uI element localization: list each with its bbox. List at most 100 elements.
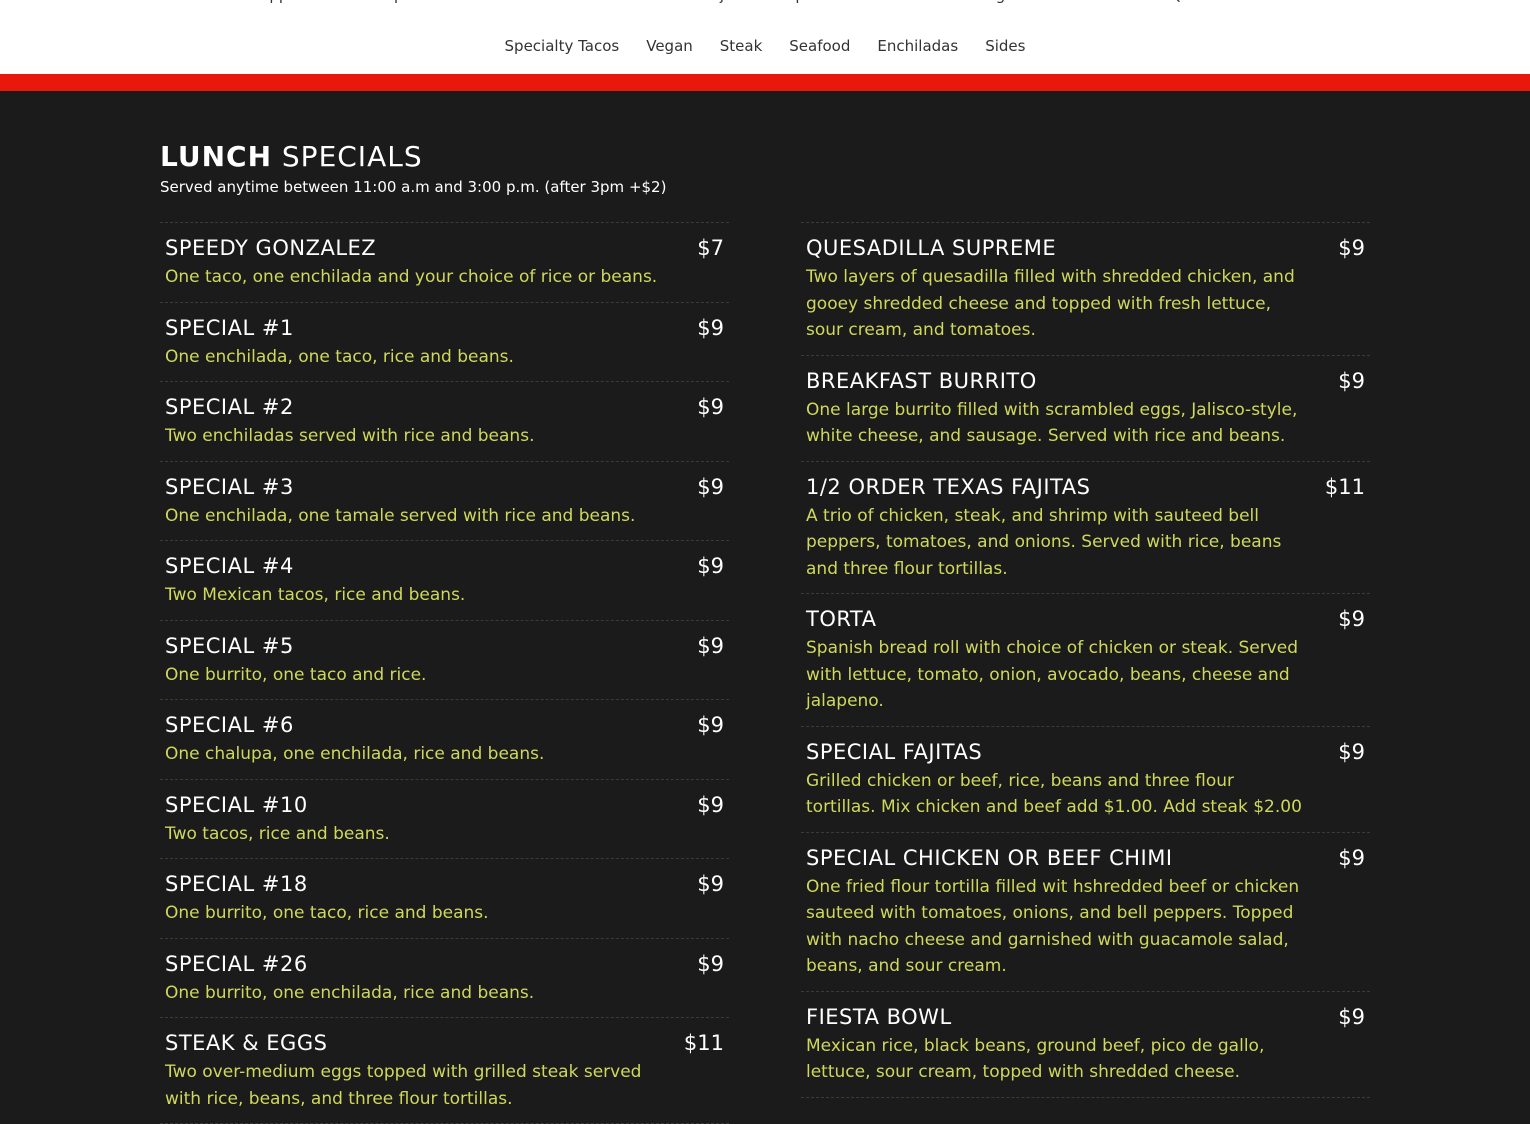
- menu-item-name: SPECIAL #26: [165, 951, 308, 976]
- menu-item: SPEEDY GONZALEZ $7 One taco, one enchilada…: [160, 223, 729, 303]
- menu-item-name: BREAKFAST BURRITO: [806, 368, 1037, 393]
- menu-item-name: SPECIAL #5: [165, 633, 294, 658]
- menu-item-price: $9: [1338, 1004, 1365, 1029]
- menu-item: SPECIAL #6 $9 One chalupa, one enchilada, …: [160, 700, 729, 780]
- menu-item-price: $9: [697, 554, 724, 578]
- section-title: LUNCH SPECIALS: [160, 140, 423, 173]
- menu-item: 1/2 ORDER TEXAS FAJITAS $11 A trio of chic…: [801, 462, 1370, 594]
- menu-item-name: SPECIAL CHICKEN OR BEEF CHIMI: [806, 845, 1173, 870]
- menu-item-price: $9: [697, 713, 724, 737]
- menu-item-price: $9: [1338, 368, 1365, 393]
- nav-link[interactable]: Birria Lovers: [1049, 0, 1143, 4]
- nav-link[interactable]: Pollo Plates: [509, 0, 594, 4]
- menu-item-price: $9: [1338, 739, 1365, 764]
- menu-item-price: $9: [697, 872, 724, 896]
- menu-item-description: One fried flour tortilla filled wit hshr…: [806, 876, 1300, 977]
- nav-link[interactable]: Nachos: [621, 0, 676, 4]
- nav-row-categories-1: Lunch Appetizers Soups & Salads Pollo Plate…: [0, 0, 1530, 4]
- menu-item-price: $9: [697, 951, 724, 976]
- menu-item-price: $9: [697, 792, 724, 817]
- nav-link[interactable]: Vegan: [646, 37, 693, 55]
- menu-item-price: $9: [697, 395, 724, 419]
- nav-link[interactable]: Steak: [720, 37, 763, 55]
- nav-link[interactable]: Specialty Tacos: [505, 37, 620, 55]
- menu-item-name: TORTA: [806, 607, 877, 631]
- menu-item: FIESTA BOWL $9 Mexican rice, black beans, …: [801, 992, 1370, 1098]
- section-title-strong: LUNCH: [160, 140, 272, 173]
- menu-item-description: Spanish bread roll with choice of chicke…: [806, 638, 1299, 711]
- menu-item-description: Mexican rice, black beans, ground beef, …: [806, 1035, 1265, 1083]
- menu-item: STEAK & EGGS $11 Two over-medium eggs topp…: [160, 1018, 729, 1124]
- menu-item-name: SPEEDY GONZALEZ: [165, 236, 377, 260]
- menu-item: SPECIAL #1 $9 One enchilada, one taco, ric…: [160, 303, 729, 382]
- nav-link[interactable]: Enchiladas: [877, 37, 958, 55]
- menu-item-description: One enchilada, one tamale served with ri…: [165, 505, 636, 526]
- menu-item-description: One burrito, one enchilada, rice and bea…: [165, 982, 535, 1003]
- menu-item-price: $9: [697, 633, 724, 658]
- nav-link[interactable]: Quesadillas: [1170, 0, 1257, 4]
- nav-link[interactable]: Appetizers: [259, 0, 339, 4]
- menu-item: TORTA $9 Spanish bread roll with choice of…: [801, 594, 1370, 727]
- menu-item-description: Two tacos, rice and beans.: [165, 823, 390, 844]
- nav-link[interactable]: Chimichangas: [916, 0, 1022, 4]
- menu-item-description: Grilled chicken or beef, rice, beans and…: [806, 770, 1302, 818]
- menu-item-price: $9: [1338, 845, 1365, 870]
- menu-item: SPECIAL #5 $9 One burrito, one taco and ri…: [160, 621, 729, 700]
- menu-item-description: One large burrito filled with scrambled …: [806, 399, 1298, 447]
- menu-item-description: One burrito, one taco and rice.: [165, 664, 427, 685]
- nav-link[interactable]: Soups & Salads: [366, 0, 482, 4]
- nav-link[interactable]: Lunch: [187, 0, 232, 4]
- menu-item-name: SPECIAL #10: [165, 792, 308, 817]
- menu-item-description: Two layers of quesadilla filled with shr…: [806, 267, 1295, 340]
- menu-item-price: $11: [683, 1031, 724, 1055]
- menu-item-name: 1/2 ORDER TEXAS FAJITAS: [806, 474, 1091, 499]
- accent-bar: [0, 74, 1530, 91]
- nav-link[interactable]: Seafood: [789, 37, 850, 55]
- section-subtitle: Served anytime between 11:00 a.m and 3:0…: [160, 178, 667, 196]
- menu-item-name: SPECIAL #1: [165, 315, 294, 340]
- menu-item-description: One enchilada, one taco, rice and beans.: [165, 346, 514, 367]
- nav-row-categories-2: Specialty Tacos Vegan Steak Seafood Enchilad…: [0, 37, 1530, 55]
- section-title-rest: SPECIALS: [281, 140, 423, 173]
- menu-item: SPECIAL FAJITAS $9 Grilled chicken or beef…: [801, 727, 1370, 833]
- menu-item-description: A trio of chicken, steak, and shrimp wit…: [806, 505, 1282, 579]
- menu-item-name: SPECIAL #6: [165, 713, 294, 737]
- nav-link[interactable]: Especialidades: [778, 0, 889, 4]
- menu-item-name: SPECIAL #18: [165, 872, 308, 896]
- menu-item: SPECIAL CHICKEN OR BEEF CHIMI $9 One fried…: [801, 833, 1370, 992]
- menu-item-name: SPECIAL #4: [165, 554, 294, 578]
- lunch-specials-section: LUNCH SPECIALS Served anytime between 11…: [0, 91, 1530, 1124]
- menu-item-name: FIESTA BOWL: [806, 1004, 952, 1029]
- menu-item: SPECIAL #26 $9 One burrito, one enchilada,…: [160, 939, 729, 1018]
- menu-item-name: SPECIAL #2: [165, 395, 294, 419]
- menu-item-description: Two enchiladas served with rice and bean…: [165, 426, 535, 446]
- menu-item: SPECIAL #3 $9 One enchilada, one tamale se…: [160, 462, 729, 541]
- menu-item-price: $11: [1324, 474, 1365, 499]
- menu-item: SPECIAL #2 $9 Two enchiladas served with r…: [160, 382, 729, 462]
- nav-link[interactable]: Sides: [985, 37, 1025, 55]
- menu-item: BREAKFAST BURRITO $9 One large burrito fil…: [801, 356, 1370, 462]
- menu-item-name: SPECIAL #3: [165, 474, 294, 499]
- menu-item-price: $9: [1338, 236, 1365, 260]
- menu-item-name: STEAK & EGGS: [165, 1031, 328, 1055]
- menu-column-left: SPEEDY GONZALEZ $7 One taco, one enchilada…: [160, 222, 729, 1124]
- menu-item: QUESADILLA SUPREME $9 Two layers of quesad…: [801, 223, 1370, 356]
- top-navigation: Lunch Appetizers Soups & Salads Pollo Plate…: [0, 0, 1530, 74]
- menu-item: SPECIAL #4 $9 Two Mexican tacos, rice and …: [160, 541, 729, 621]
- nav-link[interactable]: Fajitas: [703, 0, 751, 4]
- menu-column-right: QUESADILLA SUPREME $9 Two layers of quesad…: [801, 222, 1370, 1098]
- menu-item-description: One taco, one enchilada and your choice …: [165, 267, 658, 287]
- nav-link[interactable]: Burritos: [1284, 0, 1343, 4]
- menu-item: SPECIAL #10 $9 Two tacos, rice and beans.: [160, 780, 729, 859]
- menu-item-price: $7: [697, 236, 724, 260]
- menu-item-name: SPECIAL FAJITAS: [806, 739, 983, 764]
- menu-item-price: $9: [697, 315, 724, 340]
- menu-item-description: Two Mexican tacos, rice and beans.: [165, 585, 466, 605]
- menu-item-price: $9: [1338, 607, 1365, 631]
- menu-item-description: One chalupa, one enchilada, rice and bea…: [165, 744, 545, 764]
- menu-item-description: One burrito, one taco, rice and beans.: [165, 903, 489, 923]
- menu-item: SPECIAL #18 $9 One burrito, one taco, rice…: [160, 859, 729, 939]
- menu-item-description: Two over-medium eggs topped with grilled…: [165, 1062, 642, 1109]
- menu-item-price: $9: [697, 474, 724, 499]
- menu-item-name: QUESADILLA SUPREME: [806, 236, 1057, 260]
